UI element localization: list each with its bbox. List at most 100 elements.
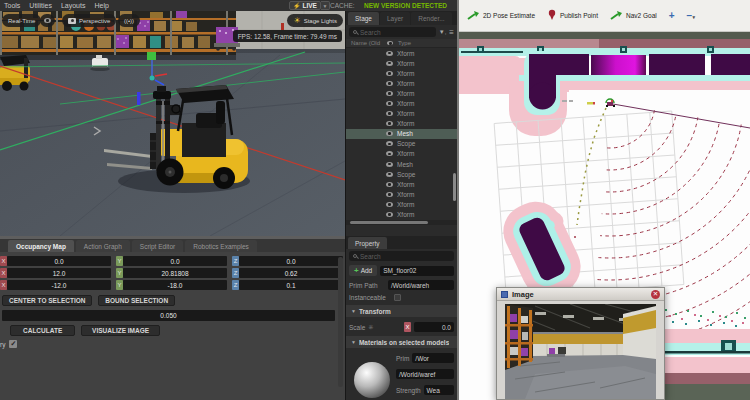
coordinate-field-y[interactable]: 0.0 <box>123 256 227 266</box>
visibility-eye-icon[interactable] <box>386 212 393 217</box>
coordinate-field-y[interactable]: -18.0 <box>123 280 227 290</box>
stage-tree-row[interactable]: Xform <box>346 88 457 98</box>
prim-path-field[interactable]: /World/wareh <box>388 280 454 290</box>
image-panel[interactable]: Image ✕ <box>496 287 665 400</box>
stage-tree-row[interactable]: Xform <box>346 210 457 220</box>
coordinate-field-z[interactable]: 0.1 <box>239 280 343 290</box>
stage-search-input[interactable]: Search <box>349 27 436 37</box>
menu-tools[interactable]: Tools <box>4 2 20 9</box>
stage-tree-row[interactable]: Xform <box>346 48 457 58</box>
menu-utilities[interactable]: Utilities <box>29 2 52 9</box>
add-property-button[interactable]: +Add <box>349 265 377 276</box>
prim-name-field[interactable]: SM_floor02 <box>380 266 454 276</box>
realtime-mode-button[interactable]: Real-Time <box>2 14 41 27</box>
visibility-eye-icon[interactable] <box>386 192 393 197</box>
material-prim-field[interactable]: /Wor <box>412 353 454 363</box>
tab-render[interactable]: Render... <box>411 12 451 25</box>
plus-icon: + <box>669 10 675 21</box>
visibility-eye-icon[interactable] <box>386 51 393 56</box>
scale-x-field[interactable]: 0.0 <box>414 322 454 332</box>
stage-tree-row[interactable]: Scope <box>346 139 457 149</box>
rviz-window: 2D Pose Estimate Publish Point Nav2 Goal + −… <box>457 0 750 400</box>
link-icon[interactable]: ⎈ <box>368 323 373 331</box>
strength-field[interactable]: Wea <box>424 385 454 395</box>
center-to-selection-button[interactable]: CENTER TO SELECTION <box>2 295 92 306</box>
visibility-eye-icon[interactable] <box>386 121 393 126</box>
stage-tree-row[interactable]: Mesh <box>346 159 457 169</box>
stage-tree-row[interactable]: Scope <box>346 169 457 179</box>
geometry-checkbox[interactable]: ✓ <box>9 340 17 348</box>
coordinate-field-x[interactable]: 12.0 <box>7 268 111 278</box>
stage-tree-row[interactable]: Xform <box>346 98 457 108</box>
visibility-eye-icon[interactable] <box>386 131 393 136</box>
visibility-eye-icon[interactable] <box>386 111 393 116</box>
render-settings-button[interactable]: ((•)) <box>118 14 140 27</box>
calculate-button[interactable]: CALCULATE <box>10 325 75 336</box>
image-panel-titlebar[interactable]: Image ✕ <box>497 288 664 301</box>
tab-property[interactable]: Property <box>348 237 387 249</box>
stage-tree-row[interactable]: Xform <box>346 109 457 119</box>
bottom-tab-action-graph[interactable]: Action Graph <box>76 240 130 252</box>
menu-layouts[interactable]: Layouts <box>61 2 86 9</box>
close-icon[interactable]: ✕ <box>651 290 660 299</box>
visibility-eye-icon[interactable] <box>386 182 393 187</box>
stage-tree-row[interactable]: Xform <box>346 179 457 189</box>
stage-vertical-scrollbar[interactable] <box>453 173 456 201</box>
filter-icon[interactable]: ▼, <box>439 29 447 35</box>
stage-tree-row[interactable]: Xform <box>346 78 457 88</box>
bottom-tab-script-editor[interactable]: Script Editor <box>132 240 183 252</box>
visibility-eye-icon[interactable] <box>386 81 393 86</box>
visibility-eye-icon[interactable] <box>386 101 393 106</box>
coordinate-field-x[interactable]: 0.0 <box>7 256 111 266</box>
bottom-tab-robotics-examples[interactable]: Robotics Examples <box>185 240 257 252</box>
visibility-eye-icon[interactable] <box>386 162 393 167</box>
property-search-input[interactable]: Search <box>349 251 454 261</box>
bound-selection-button[interactable]: BOUND SELECTION <box>98 295 175 306</box>
cell-size-input[interactable]: 0.050 <box>2 310 335 321</box>
visualize-image-button[interactable]: VISUALIZE IMAGE <box>81 325 160 336</box>
live-dropdown-caret[interactable]: ▼ <box>321 1 330 10</box>
visibility-eye-icon[interactable] <box>386 172 393 177</box>
new-version-banner[interactable]: NEW VERSION DETECTED <box>364 2 447 9</box>
visibility-eye-icon[interactable] <box>386 151 393 156</box>
stage-tree-row[interactable]: Xform <box>346 119 457 129</box>
rviz-tool--[interactable]: + <box>669 10 675 21</box>
visibility-eye-icon[interactable] <box>386 202 393 207</box>
rviz-toolbar: 2D Pose Estimate Publish Point Nav2 Goal + −… <box>459 0 750 32</box>
coordinate-field-z[interactable]: 0.62 <box>239 268 343 278</box>
coordinate-field-z[interactable]: 0.0 <box>239 256 343 266</box>
viewport-3d[interactable]: Real-Time Perspective ((•)) ☀Stage Light… <box>0 11 345 236</box>
visibility-eye-icon[interactable] <box>386 71 393 76</box>
stage-tree-row[interactable]: Xform <box>346 68 457 78</box>
visibility-button[interactable] <box>40 14 55 27</box>
menu-help[interactable]: Help <box>94 2 108 9</box>
stage-tree-row[interactable]: Xform <box>346 189 457 199</box>
stage-lights-button[interactable]: ☀Stage Lights <box>287 14 343 27</box>
panel-scrollbar[interactable] <box>338 257 343 387</box>
prim-path-label: Prim Path <box>349 282 385 289</box>
live-button[interactable]: ⚡LIVE <box>289 1 321 10</box>
tab-stage[interactable]: Stage <box>348 12 379 25</box>
rviz-tool--[interactable]: −▾ <box>687 10 695 21</box>
coordinate-field-x[interactable]: -12.0 <box>7 280 111 290</box>
bottom-tab-occupancy-map[interactable]: Occupancy Map <box>8 240 74 252</box>
stage-tree-row[interactable]: Xform <box>346 199 457 209</box>
rviz-tool-nav2-goal[interactable]: Nav2 Goal <box>610 10 657 22</box>
materials-section-header[interactable]: ▼Materials on selected models <box>346 336 457 348</box>
camera-perspective-button[interactable]: Perspective <box>62 14 116 27</box>
tab-layer[interactable]: Layer <box>380 12 410 25</box>
transform-section-header[interactable]: ▼Transform <box>346 305 457 317</box>
visibility-eye-icon[interactable] <box>386 91 393 96</box>
visibility-eye-icon[interactable] <box>386 61 393 66</box>
stage-tree-row[interactable]: Xform <box>346 149 457 159</box>
stage-tree-row[interactable]: Mesh <box>346 129 457 139</box>
stage-tree-row[interactable]: Xform <box>346 58 457 68</box>
material-path-field[interactable]: /World/waref <box>396 369 454 379</box>
rviz-tool-publish-point[interactable]: Publish Point <box>547 9 598 22</box>
coordinate-field-y[interactable]: 20.81808 <box>123 268 227 278</box>
stage-horizontal-scrollbar[interactable] <box>346 220 457 225</box>
instanceable-checkbox[interactable] <box>394 294 401 301</box>
rviz-tool-2d-pose-estimate[interactable]: 2D Pose Estimate <box>467 10 535 22</box>
options-icon[interactable]: ≡ <box>449 28 454 37</box>
visibility-eye-icon[interactable] <box>386 141 393 146</box>
